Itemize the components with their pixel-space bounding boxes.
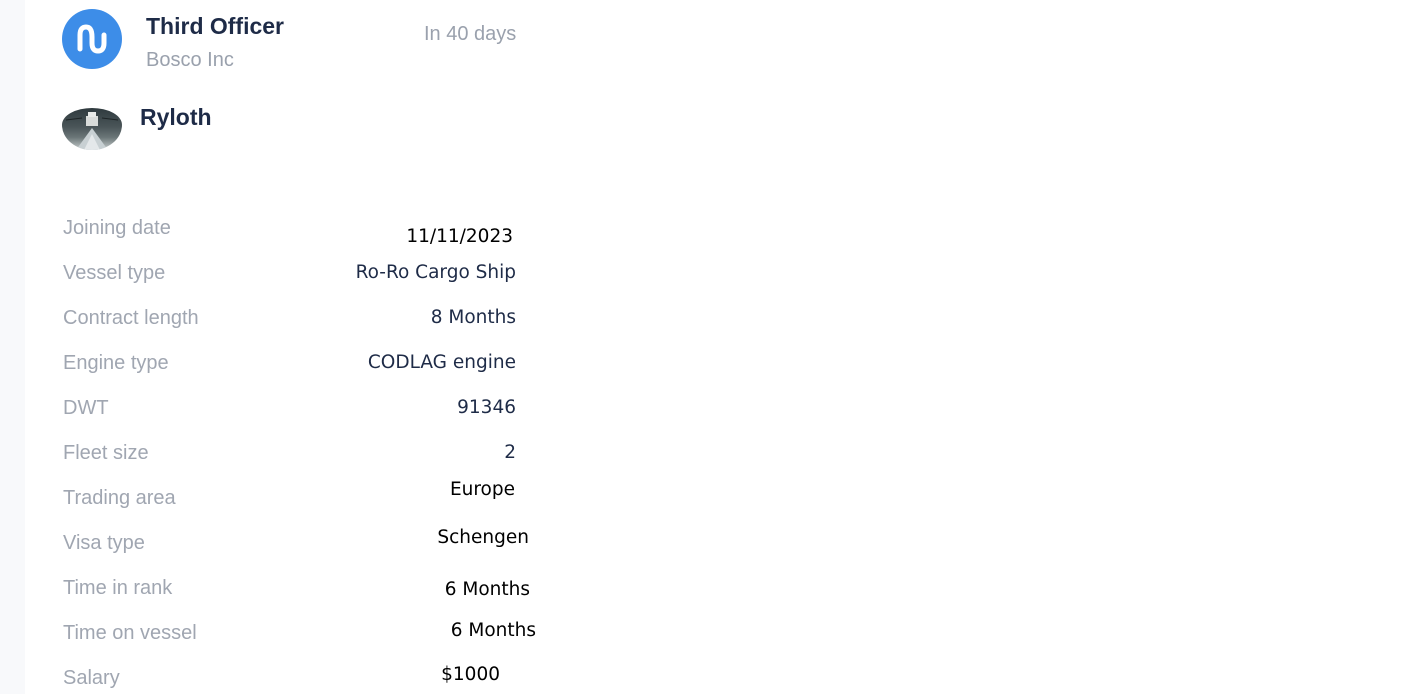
company-logo <box>62 9 122 69</box>
detail-value-time-in-rank: 6 Months <box>444 579 530 600</box>
ship-icon <box>65 112 119 150</box>
detail-label-contract-length: Contract length <box>63 307 199 329</box>
job-detail-page: Third Officer Bosco Inc In 40 days Rylot… <box>25 0 1412 694</box>
detail-value-trading-area: Europe <box>449 479 515 500</box>
detail-value-fleet-size: 2 <box>504 442 516 463</box>
job-title[interactable]: Third Officer <box>146 13 284 40</box>
detail-label-engine-type: Engine type <box>63 352 169 374</box>
detail-value-time-on-vessel: 6 Months <box>450 620 536 641</box>
detail-value-contract-length: 8 Months <box>430 307 516 328</box>
company-logo-icon <box>77 24 107 54</box>
due-date-text: In 40 days <box>424 23 517 45</box>
detail-value-vessel-type: Ro-Ro Cargo Ship <box>355 262 516 283</box>
detail-value-visa-type: Schengen <box>437 527 529 548</box>
detail-label-fleet-size: Fleet size <box>63 442 149 464</box>
detail-label-joining-date: Joining date <box>63 217 171 239</box>
detail-label-visa-type: Visa type <box>63 532 145 554</box>
vessel-name[interactable]: Ryloth <box>140 104 212 131</box>
detail-label-vessel-type: Vessel type <box>63 262 166 284</box>
detail-label-trading-area: Trading area <box>63 487 176 509</box>
detail-label-time-in-rank: Time in rank <box>63 577 173 599</box>
detail-value-dwt: 91346 <box>457 397 516 418</box>
vessel-photo <box>62 108 122 150</box>
detail-label-salary: Salary <box>63 667 120 689</box>
detail-label-dwt: DWT <box>63 397 109 419</box>
detail-label-time-on-vessel: Time on vessel <box>63 622 197 644</box>
detail-value-salary: $1000 <box>441 664 500 685</box>
detail-value-engine-type: CODLAG engine <box>367 352 516 373</box>
sidebar-strip <box>0 0 25 694</box>
company-name: Bosco Inc <box>146 49 234 71</box>
detail-value-joining-date: 11/11/2023 <box>406 226 513 247</box>
